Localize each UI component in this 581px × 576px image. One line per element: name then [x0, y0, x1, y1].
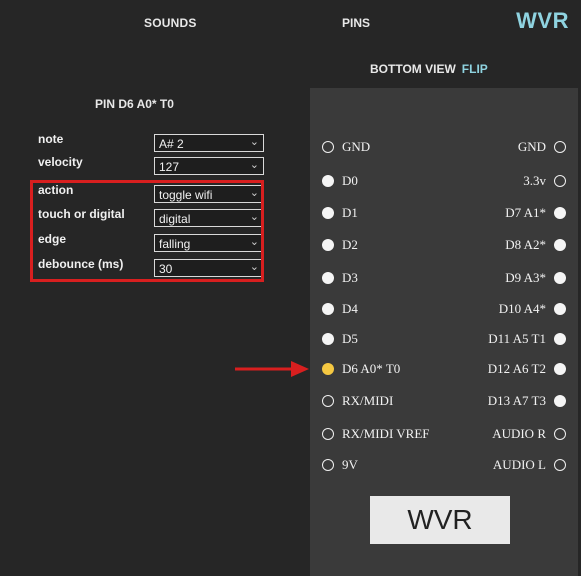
pin-indicator — [554, 459, 566, 471]
view-label: BOTTOM VIEW — [370, 62, 456, 76]
select-value: 127 — [159, 160, 180, 174]
velocity-select[interactable]: 127 ⌄ — [154, 157, 264, 175]
top-bar: SOUNDS PINS WVR — [0, 0, 581, 50]
pin-label: D8 A2* — [505, 237, 546, 252]
pin-indicator — [322, 333, 334, 345]
tab-sounds[interactable]: SOUNDS — [144, 16, 197, 30]
highlight-box — [30, 180, 264, 282]
pin-indicator — [554, 333, 566, 345]
pin-indicator — [322, 303, 334, 315]
pin-label: D12 A6 T2 — [487, 361, 546, 376]
pin-indicator — [322, 428, 334, 440]
select-value: A# 2 — [159, 137, 184, 151]
pin-label: D10 A4* — [498, 301, 546, 316]
pin-indicator — [554, 272, 566, 284]
pin-indicator — [554, 428, 566, 440]
setting-row-velocity: velocity 127 ⌄ — [38, 155, 268, 177]
app-window: SOUNDS PINS WVR BOTTOM VIEW FLIP PIN D6 A… — [0, 0, 581, 576]
pin-indicator — [322, 459, 334, 471]
pin-indicator — [554, 175, 566, 187]
setting-label: note — [38, 132, 64, 146]
pin-indicator — [554, 207, 566, 219]
pin-label: D9 A3* — [505, 270, 546, 285]
pin-label: D13 A7 T3 — [487, 393, 546, 408]
pin-label: RX/MIDI VREF — [342, 426, 430, 441]
pin-indicator — [322, 363, 334, 375]
pin-indicator — [554, 395, 566, 407]
pin-label: AUDIO L — [492, 457, 546, 472]
setting-row-note: note A# 2 ⌄ — [38, 132, 268, 154]
pin-indicator — [322, 272, 334, 284]
setting-label: velocity — [38, 155, 83, 169]
chevron-down-icon: ⌄ — [249, 136, 259, 148]
pin-indicator — [322, 175, 334, 187]
pin-indicator — [322, 207, 334, 219]
pin-indicator — [554, 141, 566, 153]
pin-indicator — [322, 141, 334, 153]
arrow-icon — [235, 361, 309, 377]
pin-label: D3 — [342, 270, 358, 285]
pin-label: D11 A5 T1 — [488, 331, 546, 346]
pin-label: GND — [342, 139, 371, 154]
view-bar: BOTTOM VIEW FLIP — [370, 62, 488, 76]
pin-indicator — [554, 363, 566, 375]
pin-indicator — [554, 303, 566, 315]
pin-label: AUDIO R — [492, 426, 546, 441]
note-select[interactable]: A# 2 ⌄ — [154, 134, 264, 152]
pin-settings-title: PIN D6 A0* T0 — [95, 97, 174, 111]
pin-label: RX/MIDI — [342, 393, 394, 408]
pin-label: D1 — [342, 205, 358, 220]
pin-indicator — [322, 239, 334, 251]
pin-indicator — [554, 239, 566, 251]
tab-pins[interactable]: PINS — [342, 16, 370, 30]
pin-label: D2 — [342, 237, 358, 252]
pin-label: D5 — [342, 331, 358, 346]
pin-label: D4 — [342, 301, 358, 316]
wvr-button[interactable]: WVR — [370, 496, 510, 544]
pin-label: 3.3v — [523, 173, 546, 188]
flip-button[interactable]: FLIP — [462, 62, 488, 76]
logo: WVR — [516, 8, 569, 33]
pin-label: D0 — [342, 173, 358, 188]
pin-indicator — [322, 395, 334, 407]
pin-label: D6 A0* T0 — [342, 361, 401, 376]
pin-label: D7 A1* — [505, 205, 546, 220]
pin-label: 9V — [342, 457, 358, 472]
chevron-down-icon: ⌄ — [249, 159, 259, 171]
pin-label: GND — [517, 139, 546, 154]
